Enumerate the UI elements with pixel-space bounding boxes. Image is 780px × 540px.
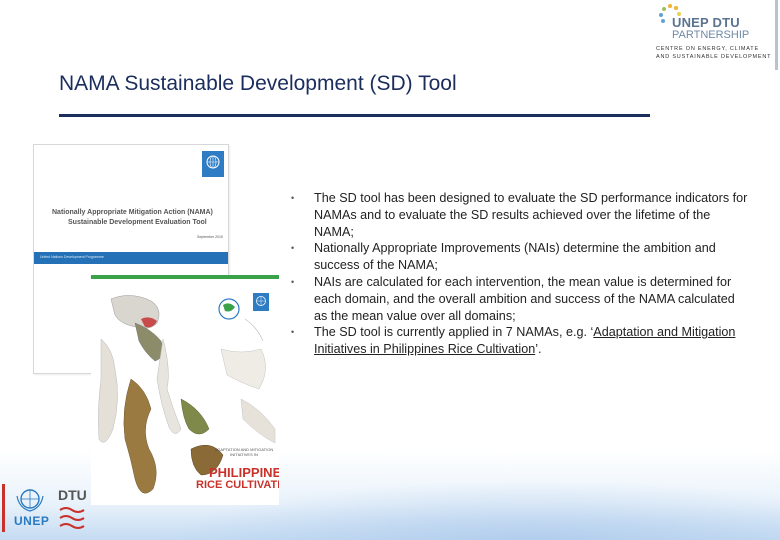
bullet-text: The SD tool has been designed to evaluat… bbox=[314, 191, 748, 239]
logo-subtitle: PARTNERSHIP bbox=[672, 29, 750, 41]
cover-title-line-1: Nationally Appropriate Mitigation Action… bbox=[52, 209, 213, 216]
bullet-text-prefix: The SD tool is currently applied in 7 NA… bbox=[314, 325, 594, 340]
cover-title-line-2: Sustainable Development Evaluation Tool bbox=[68, 219, 207, 226]
logo-line-1: CENTRE ON ENERGY, CLIMATE bbox=[656, 46, 759, 52]
bullet-marker: • bbox=[291, 243, 295, 254]
bullet-text-suffix: ’. bbox=[535, 342, 542, 357]
logo-line-2: AND SUSTAINABLE DEVELOPMENT bbox=[656, 54, 772, 60]
cover2-subtitle: ADAPTATION AND MITIGATION INITIATIVES IN bbox=[214, 447, 274, 457]
bullet-marker: • bbox=[291, 276, 295, 287]
bullet-marker: • bbox=[291, 327, 295, 338]
unep-logo-text: UNEP bbox=[14, 514, 50, 528]
bullet-list: • The SD tool has been designed to evalu… bbox=[288, 190, 748, 358]
cover2-title-line-1: PHILIPPINE bbox=[209, 465, 279, 480]
bullet-text: Nationally Appropriate Improvements (NAI… bbox=[314, 241, 716, 273]
red-accent-bar bbox=[2, 484, 5, 532]
bullet-marker: • bbox=[291, 193, 295, 203]
bullet-item: • The SD tool has been designed to evalu… bbox=[288, 190, 748, 240]
unep-dtu-footer-logos: UNEP DTU bbox=[0, 484, 100, 540]
cover-date: September 2015 bbox=[197, 235, 223, 239]
cover-band-text: United Nations Development Programme bbox=[40, 255, 104, 259]
cover2-title-line-2: RICE CULTIVATION bbox=[196, 479, 279, 491]
title-underline bbox=[59, 114, 650, 117]
bullet-text: NAIs are calculated for each interventio… bbox=[314, 274, 735, 323]
cover-band: United Nations Development Programme bbox=[34, 252, 228, 264]
bullet-item: • Nationally Appropriate Improvements (N… bbox=[288, 240, 748, 274]
slide-title: NAMA Sustainable Development (SD) Tool bbox=[59, 72, 457, 95]
un-emblem-icon bbox=[256, 296, 266, 306]
undp-logo bbox=[202, 151, 224, 177]
unep-emblem-icon bbox=[16, 489, 44, 512]
unep-dtu-partnership-logo: UNEP DTU PARTNERSHIP CENTRE ON ENERGY, C… bbox=[654, 2, 774, 64]
bullet-item: • The SD tool is currently applied in 7 … bbox=[288, 324, 748, 358]
right-edge-rule bbox=[775, 0, 778, 70]
undp-logo-small bbox=[253, 293, 269, 311]
un-emblem-icon bbox=[206, 155, 220, 169]
dtu-emblem-icon bbox=[59, 507, 85, 529]
dtu-logo-text: DTU bbox=[58, 487, 87, 503]
bullet-item: • NAIs are calculated for each intervent… bbox=[288, 274, 748, 324]
philippine-rice-report-cover: ADAPTATION AND MITIGATION INITIATIVES IN… bbox=[91, 275, 279, 505]
logo-title: UNEP DTU bbox=[672, 15, 740, 30]
